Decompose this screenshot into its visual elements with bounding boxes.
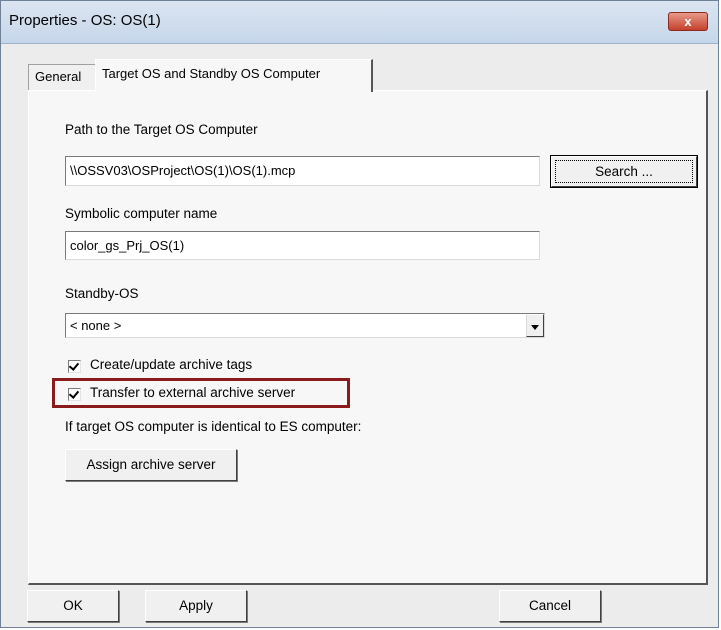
close-button[interactable]: x xyxy=(668,12,708,31)
title-bar: Properties - OS: OS(1) x xyxy=(1,1,718,44)
chevron-down-icon[interactable] xyxy=(526,314,544,337)
apply-button-label: Apply xyxy=(179,598,213,613)
tab-target-standby[interactable]: Target OS and Standby OS Computer xyxy=(95,59,373,92)
symbolic-name-input[interactable]: color_gs_Prj_OS(1) xyxy=(65,231,540,260)
transfer-archive-label: Transfer to external archive server xyxy=(90,385,296,400)
ok-button[interactable]: OK xyxy=(27,590,119,622)
checkmark-icon xyxy=(68,360,80,371)
symbolic-name-label: Symbolic computer name xyxy=(65,206,218,221)
tab-general[interactable]: General xyxy=(28,64,96,91)
archive-tags-label: Create/update archive tags xyxy=(90,357,253,372)
cancel-button[interactable]: Cancel xyxy=(499,590,601,622)
standby-select-value: < none > xyxy=(70,318,122,333)
standby-select[interactable]: < none > xyxy=(65,313,545,338)
search-button-focus: Search ... xyxy=(555,160,693,183)
checkmark-icon xyxy=(68,388,80,399)
search-button[interactable]: Search ... xyxy=(550,155,698,188)
path-label: Path to the Target OS Computer xyxy=(65,122,258,137)
transfer-archive-checkbox[interactable] xyxy=(68,388,81,401)
identical-note: If target OS computer is identical to ES… xyxy=(65,419,362,434)
tab-target-label: Target OS and Standby OS Computer xyxy=(102,66,321,81)
standby-label: Standby-OS xyxy=(65,286,139,301)
properties-dialog: Properties - OS: OS(1) x General Target … xyxy=(0,0,719,628)
ok-button-label: OK xyxy=(63,598,83,613)
assign-archive-server-button[interactable]: Assign archive server xyxy=(65,449,237,481)
tab-panel: Path to the Target OS Computer \\OSSV03\… xyxy=(28,90,708,585)
cancel-button-label: Cancel xyxy=(528,598,572,613)
close-icon: x xyxy=(684,14,692,29)
search-button-label: Search ... xyxy=(595,164,653,179)
assign-archive-server-label: Assign archive server xyxy=(86,457,216,472)
archive-tags-checkbox[interactable] xyxy=(68,360,81,373)
path-input[interactable]: \\OSSV03\OSProject\OS(1)\OS(1).mcp xyxy=(65,156,540,186)
tab-general-label: General xyxy=(35,69,82,84)
window-title: Properties - OS: OS(1) xyxy=(9,12,161,29)
apply-button[interactable]: Apply xyxy=(145,590,247,622)
